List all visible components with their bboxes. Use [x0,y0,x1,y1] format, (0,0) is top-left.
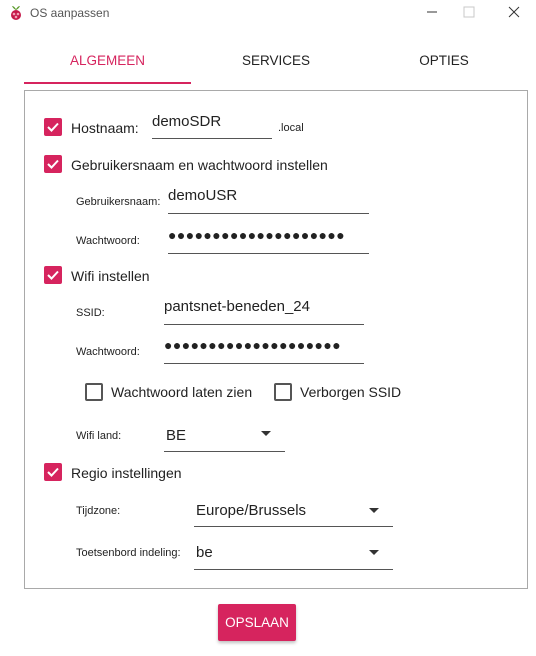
save-button[interactable]: OPSLAAN [218,604,296,641]
active-tab-indicator [24,82,191,84]
maximize-button[interactable] [452,0,486,24]
timezone-select[interactable]: Europe/Brussels [194,496,393,527]
raspberry-pi-icon [11,6,21,20]
minimize-button[interactable] [415,0,449,24]
wifi-settings-label: Wifi instellen [71,268,150,284]
show-password-checkbox[interactable] [85,383,103,401]
keyboard-layout-select[interactable]: be [194,539,393,570]
tab-services-label: SERVICES [241,53,311,68]
timezone-value: Europe/Brussels [196,502,307,519]
wifi-password-input[interactable]: ●●●●●●●●●●●●●●●●●●●● [164,337,364,364]
close-icon [508,6,520,18]
ssid-value: pantsnet-beneden_24 [164,298,310,315]
wifi-country-select[interactable]: BE [164,423,285,452]
user-password-label: Wachtwoord: [76,235,140,247]
user-settings-label: Gebruikersnaam en wachtwoord instellen [71,157,328,173]
ssid-input[interactable]: pantsnet-beneden_24 [164,298,364,325]
show-password-label: Wachtwoord laten zien [111,384,253,400]
dropdown-arrow-icon [369,508,379,513]
tab-algemeen[interactable]: ALGEMEEN [24,40,191,84]
keyboard-layout-value: be [196,544,213,561]
hidden-ssid-checkbox[interactable] [274,383,292,401]
title-bar: OS aanpassen [0,0,536,26]
username-value: demoUSR [168,187,238,204]
maximize-icon [463,6,475,18]
hostname-label: Hostnaam: [71,120,139,136]
checkmark-icon [47,467,59,477]
username-label: Gebruikersnaam: [76,196,161,208]
wifi-country-label: Wifi land: [76,430,122,442]
timezone-label: Tijdzone: [76,505,121,517]
user-password-input[interactable]: ●●●●●●●●●●●●●●●●●●●● [168,227,369,254]
hostname-suffix: .local [278,122,304,134]
user-checkbox[interactable] [44,155,62,173]
settings-panel: Hostnaam: demoSDR .local Gebruikersnaam … [24,90,528,589]
close-button[interactable] [497,0,531,24]
username-input[interactable]: demoUSR [168,187,369,214]
tab-opties-label: OPTIES [419,53,469,68]
tab-algemeen-label: ALGEMEEN [69,53,146,68]
locale-settings-label: Regio instellingen [71,465,182,481]
dropdown-arrow-icon [261,431,271,436]
tab-services[interactable]: SERVICES [192,40,360,84]
hostname-value: demoSDR [152,113,222,130]
wifi-country-value: BE [166,427,187,444]
wifi-checkbox[interactable] [44,266,62,284]
hostname-checkbox[interactable] [44,118,62,136]
locale-checkbox[interactable] [44,463,62,481]
hostname-input[interactable]: demoSDR [152,113,272,139]
checkmark-icon [47,270,59,280]
checkmark-icon [47,159,59,169]
wifi-password-value: ●●●●●●●●●●●●●●●●●●●● [164,337,342,353]
window-title: OS aanpassen [30,6,110,20]
hidden-ssid-label: Verborgen SSID [300,384,402,400]
ssid-label: SSID: [76,307,105,319]
keyboard-layout-label: Toetsenbord indeling: [76,547,181,559]
checkmark-icon [47,122,59,132]
wifi-password-label: Wachtwoord: [76,346,140,358]
user-password-value: ●●●●●●●●●●●●●●●●●●●● [168,227,346,243]
minimize-icon [427,11,437,13]
tab-bar: ALGEMEEN SERVICES OPTIES [24,40,528,84]
tab-opties[interactable]: OPTIES [360,40,528,84]
dropdown-arrow-icon [369,550,379,555]
